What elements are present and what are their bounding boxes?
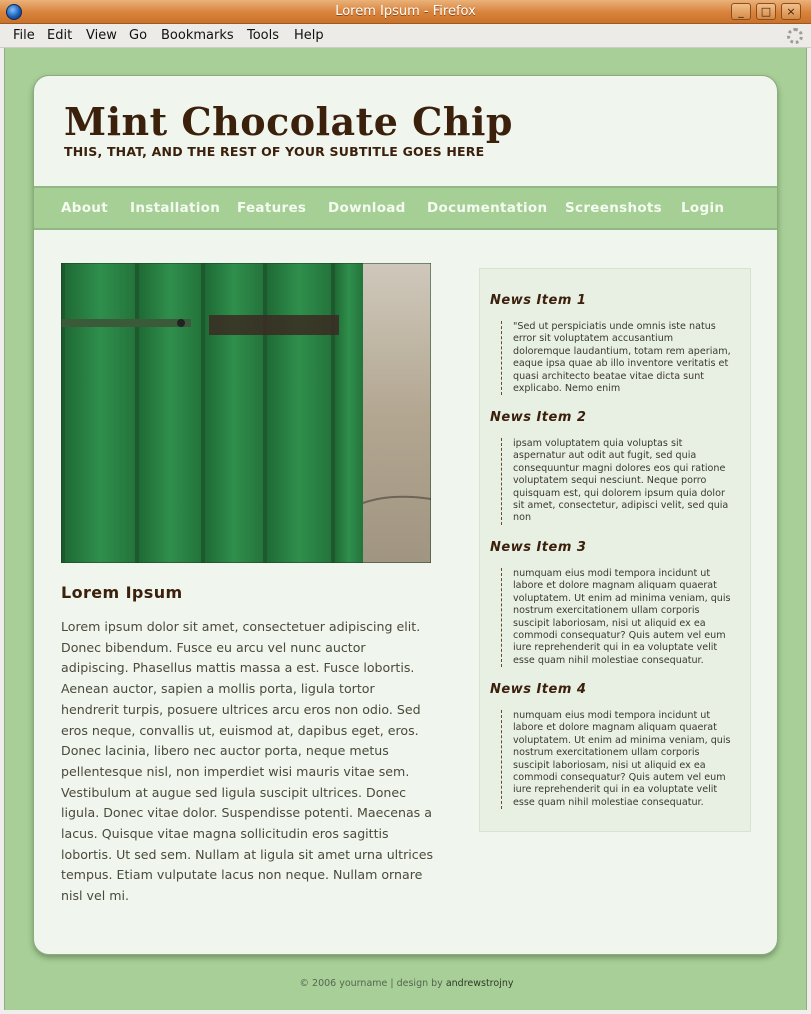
browser-viewport[interactable]: Mint Chocolate Chip THIS, THAT, AND THE … (4, 48, 807, 1010)
news-item-title: News Item 1 (490, 293, 587, 308)
maximize-button[interactable]: □ (756, 3, 776, 20)
main-nav: About Installation Features Download Doc… (34, 186, 777, 230)
green-door-photo (61, 263, 431, 563)
menu-tools[interactable]: Tools (247, 28, 279, 43)
nav-features[interactable]: Features (237, 200, 306, 216)
article-title: Lorem Ipsum (61, 583, 183, 602)
menubar: File Edit View Go Bookmarks Tools Help (0, 24, 811, 48)
news-item-body: numquam eius modi tempora incidunt ut la… (501, 710, 733, 810)
footer-text: © 2006 yourname | design by (299, 978, 443, 989)
nav-about[interactable]: About (61, 200, 108, 216)
nav-screenshots[interactable]: Screenshots (565, 200, 662, 216)
footer: © 2006 yourname | design by andrewstrojn… (5, 978, 808, 989)
menu-file[interactable]: File (13, 28, 35, 43)
news-item-title: News Item 3 (490, 540, 587, 555)
minimize-button[interactable]: _ (731, 3, 751, 20)
article-body: Lorem ipsum dolor sit amet, consectetuer… (61, 619, 434, 904)
nav-installation[interactable]: Installation (130, 200, 220, 216)
close-button[interactable]: × (781, 3, 801, 20)
menu-help[interactable]: Help (294, 28, 324, 43)
site-title[interactable]: Mint Chocolate Chip (64, 99, 513, 144)
page-container: Mint Chocolate Chip THIS, THAT, AND THE … (33, 75, 778, 955)
menu-edit[interactable]: Edit (47, 28, 72, 43)
footer-credit-link[interactable]: andrewstrojny (446, 978, 514, 989)
news-item-body: "Sed ut perspiciatis unde omnis iste nat… (501, 321, 733, 396)
news-item-body: numquam eius modi tempora incidunt ut la… (501, 568, 733, 668)
loading-throbber-icon (787, 28, 803, 44)
window-title: Lorem Ipsum - Firefox (335, 4, 476, 19)
nav-download[interactable]: Download (328, 200, 406, 216)
menu-bookmarks[interactable]: Bookmarks (161, 28, 234, 43)
news-sidebar: News Item 1 "Sed ut perspiciatis unde om… (479, 268, 751, 832)
news-item-title: News Item 2 (490, 410, 587, 425)
nav-documentation[interactable]: Documentation (427, 200, 547, 216)
nav-login[interactable]: Login (681, 200, 724, 216)
news-item-title: News Item 4 (490, 682, 587, 697)
window-titlebar: Lorem Ipsum - Firefox _ □ × (0, 0, 811, 24)
news-item-body: ipsam voluptatem quia voluptas sit asper… (501, 438, 733, 525)
menu-go[interactable]: Go (129, 28, 147, 43)
menu-view[interactable]: View (86, 28, 117, 43)
site-subtitle: THIS, THAT, AND THE REST OF YOUR SUBTITL… (64, 144, 485, 159)
